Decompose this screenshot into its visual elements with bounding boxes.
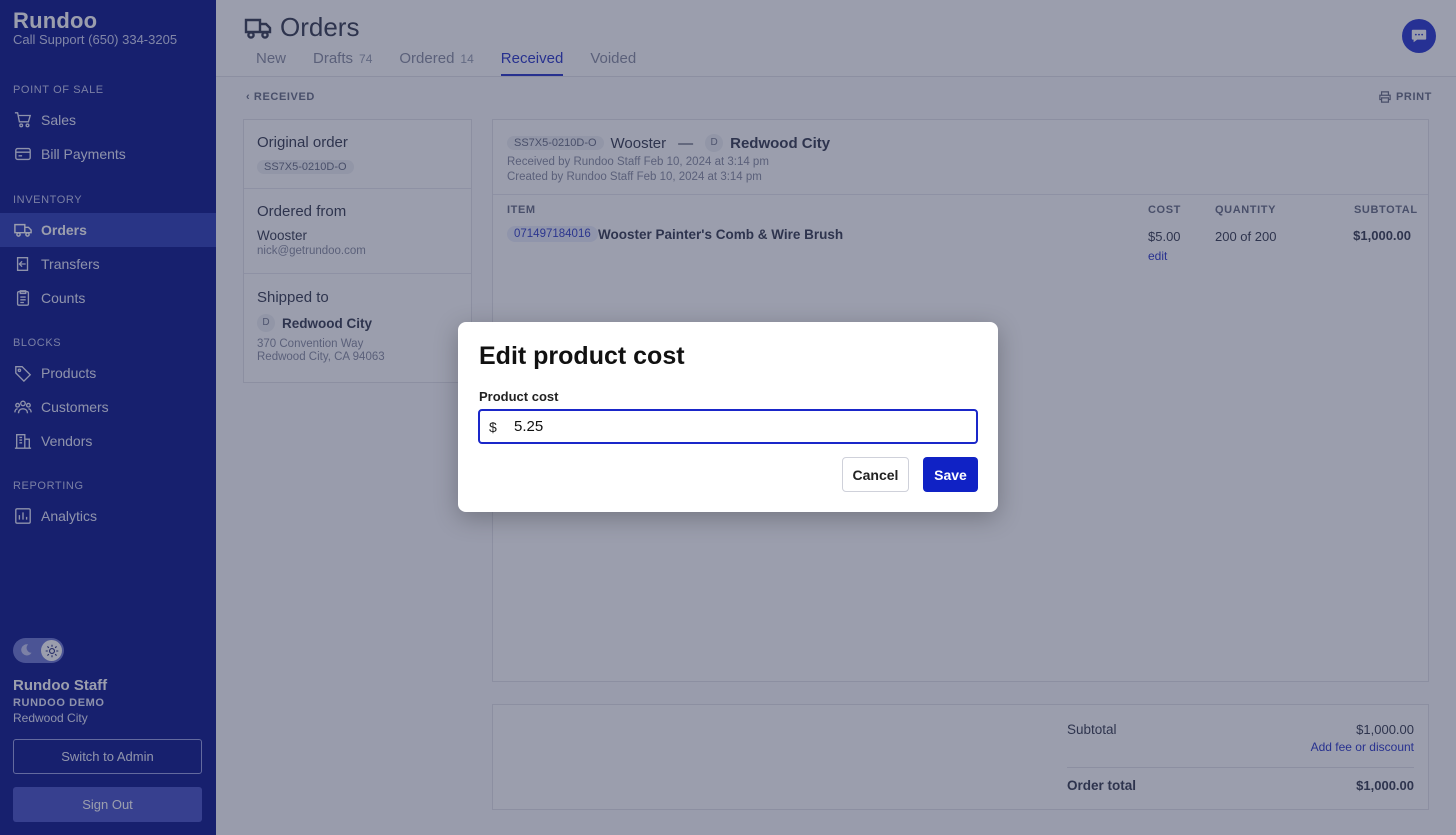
product-cost-field[interactable]: $ <box>478 409 978 444</box>
save-button[interactable]: Save <box>923 457 978 492</box>
cancel-button[interactable]: Cancel <box>842 457 909 492</box>
product-cost-label: Product cost <box>479 389 559 404</box>
edit-cost-modal: Edit product cost Product cost $ Cancel … <box>458 322 998 512</box>
modal-title: Edit product cost <box>479 342 685 370</box>
product-cost-input[interactable] <box>514 418 954 435</box>
currency-prefix: $ <box>489 418 497 435</box>
